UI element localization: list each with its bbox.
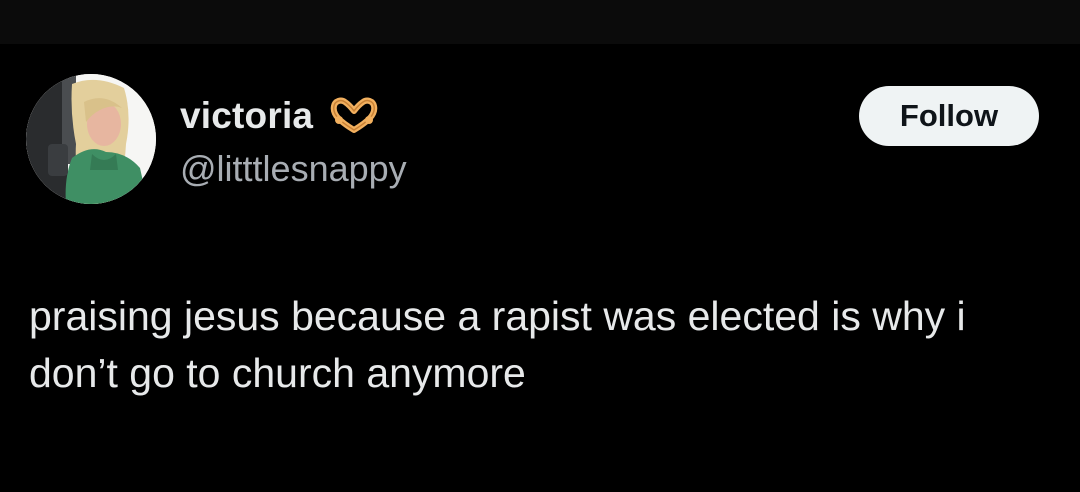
display-name[interactable]: victoria (180, 95, 313, 137)
author-handle[interactable]: @litttlesnappy (180, 148, 407, 190)
heart-hands-icon (327, 96, 381, 136)
follow-button[interactable]: Follow (859, 86, 1039, 146)
post-text: praising jesus because a rapist was elec… (29, 293, 966, 396)
top-bar (0, 0, 1080, 44)
avatar-photo (26, 74, 156, 204)
avatar[interactable] (26, 74, 156, 204)
post-card: victoria @litttlesnappy Follow praising … (0, 44, 1080, 492)
author-name-row: victoria (180, 94, 381, 138)
